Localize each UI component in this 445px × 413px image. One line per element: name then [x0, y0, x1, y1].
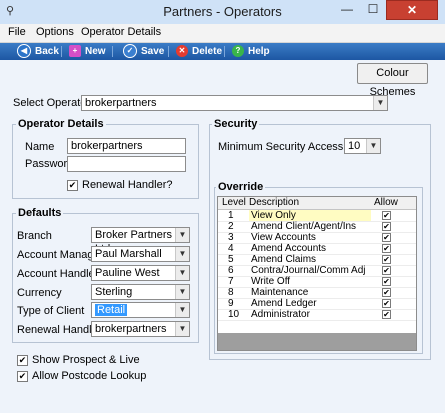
account-handler-combo[interactable]: Pauline West ▼	[91, 265, 190, 281]
description-cell: Amend Accounts	[251, 243, 327, 254]
back-arrow-icon: ◀	[17, 44, 31, 59]
description-cell: Amend Ledger	[251, 298, 317, 309]
save-icon: ✓	[123, 44, 137, 59]
type-of-client-combo[interactable]: Retail ▼	[91, 302, 190, 318]
allow-checkbox[interactable]: ✔	[382, 255, 391, 264]
allow-postcode-label: Allow Postcode Lookup	[32, 370, 147, 382]
level-cell: 6	[228, 265, 234, 276]
allow-checkbox[interactable]: ✔	[382, 233, 391, 242]
renewal-handler-default-label: Renewal Handler	[17, 324, 102, 336]
branch-combo[interactable]: Broker Partners Ltd ▼	[91, 227, 190, 255]
colour-schemes-button[interactable]: Colour Schemes	[357, 63, 428, 98]
allow-checkbox[interactable]: ✔	[382, 299, 391, 308]
grid-header: Level Description Allow	[218, 197, 416, 210]
chevron-down-icon[interactable]: ▼	[373, 96, 387, 110]
chevron-down-icon[interactable]: ▼	[175, 322, 189, 336]
menu-bar: File Options Operator Details	[0, 24, 445, 43]
description-cell: View Only	[249, 210, 371, 221]
description-cell: Contra/Journal/Comm Adj	[251, 265, 366, 276]
description-cell: Maintenance	[251, 287, 309, 298]
currency-label: Currency	[17, 287, 62, 299]
new-document-icon: +	[69, 45, 81, 58]
name-field[interactable]: brokerpartners	[67, 138, 186, 154]
maximize-button[interactable]: ☐	[360, 0, 386, 20]
level-cell: 4	[228, 243, 234, 254]
type-of-client-label: Type of Client	[17, 305, 85, 317]
level-cell: 5	[228, 254, 234, 265]
security-title: Security	[212, 118, 260, 130]
show-prospect-label: Show Prospect & Live	[32, 354, 140, 366]
level-cell: 7	[228, 276, 234, 287]
help-button[interactable]: ? Help	[232, 44, 270, 59]
menu-options[interactable]: Options	[36, 26, 74, 38]
operator-details-title: Operator Details	[16, 118, 106, 130]
allow-checkbox[interactable]: ✔	[382, 266, 391, 275]
renewal-handler-checkbox[interactable]: ✔	[67, 180, 78, 191]
account-manager-combo[interactable]: Paul Marshall ▼	[91, 246, 190, 262]
delete-icon: ✕	[176, 45, 188, 58]
defaults-title: Defaults	[16, 207, 64, 219]
chevron-down-icon[interactable]: ▼	[175, 303, 189, 317]
level-cell: 10	[228, 309, 240, 320]
save-button[interactable]: ✓ Save	[123, 44, 164, 59]
level-cell: 2	[228, 221, 234, 232]
renewal-handler-label: Renewal Handler?	[82, 179, 173, 191]
branch-label: Branch	[17, 230, 52, 242]
allow-checkbox[interactable]: ✔	[382, 277, 391, 286]
chevron-down-icon[interactable]: ▼	[175, 247, 189, 261]
allow-postcode-checkbox[interactable]: ✔	[17, 371, 28, 382]
min-security-combo[interactable]: 10 ▼	[344, 138, 381, 154]
allow-checkbox[interactable]: ✔	[382, 222, 391, 231]
column-level[interactable]: Level	[222, 197, 246, 209]
level-cell: 1	[228, 210, 234, 221]
name-label: Name	[25, 141, 55, 153]
currency-combo[interactable]: Sterling ▼	[91, 284, 190, 300]
show-prospect-checkbox[interactable]: ✔	[17, 355, 28, 366]
menu-operator-details[interactable]: Operator Details	[81, 26, 161, 38]
close-button[interactable]: ✕	[386, 0, 438, 20]
allow-checkbox[interactable]: ✔	[382, 288, 391, 297]
override-grid: Level Description Allow 1 View Only ✔ 2 Amen…	[217, 196, 417, 351]
back-button[interactable]: ◀ Back	[17, 44, 59, 59]
description-cell: View Accounts	[251, 232, 316, 243]
level-cell: 3	[228, 232, 234, 243]
select-operator-label: Select Operator	[13, 97, 91, 109]
allow-checkbox[interactable]: ✔	[382, 244, 391, 253]
chevron-down-icon[interactable]: ▼	[366, 139, 380, 153]
chevron-down-icon[interactable]: ▼	[175, 285, 189, 299]
main-window: ⚲ Partners - Operators — ☐ ✕ File Option…	[0, 0, 445, 413]
column-allow[interactable]: Allow	[374, 197, 398, 209]
description-cell: Write Off	[251, 276, 291, 287]
level-cell: 9	[228, 298, 234, 309]
password-field[interactable]	[67, 156, 186, 172]
chevron-down-icon[interactable]: ▼	[175, 266, 189, 280]
description-cell: Amend Claims	[251, 254, 317, 265]
account-handler-label: Account Handler	[17, 268, 99, 280]
title-bar: ⚲ Partners - Operators — ☐ ✕	[0, 0, 445, 24]
description-cell: Administrator	[251, 309, 310, 320]
new-button[interactable]: + New	[69, 44, 106, 59]
table-row[interactable]: 10 Administrator ✔	[218, 309, 416, 321]
chevron-down-icon[interactable]: ▼	[175, 228, 189, 242]
level-cell: 8	[228, 287, 234, 298]
allow-checkbox[interactable]: ✔	[382, 310, 391, 319]
toolbar: ◀ Back + New ✓ Save ✕ Delete ? Help	[0, 43, 445, 60]
menu-file[interactable]: File	[8, 26, 26, 38]
allow-checkbox[interactable]: ✔	[382, 211, 391, 220]
renewal-handler-combo[interactable]: brokerpartners ▼	[91, 321, 190, 337]
description-cell: Amend Client/Agent/Ins	[251, 221, 357, 232]
minimize-button[interactable]: —	[334, 0, 360, 20]
select-operator-combo[interactable]: brokerpartners ▼	[81, 95, 388, 111]
override-title: Override	[216, 181, 266, 193]
delete-button[interactable]: ✕ Delete	[176, 44, 222, 59]
column-description[interactable]: Description	[249, 197, 299, 209]
help-icon: ?	[232, 45, 244, 58]
